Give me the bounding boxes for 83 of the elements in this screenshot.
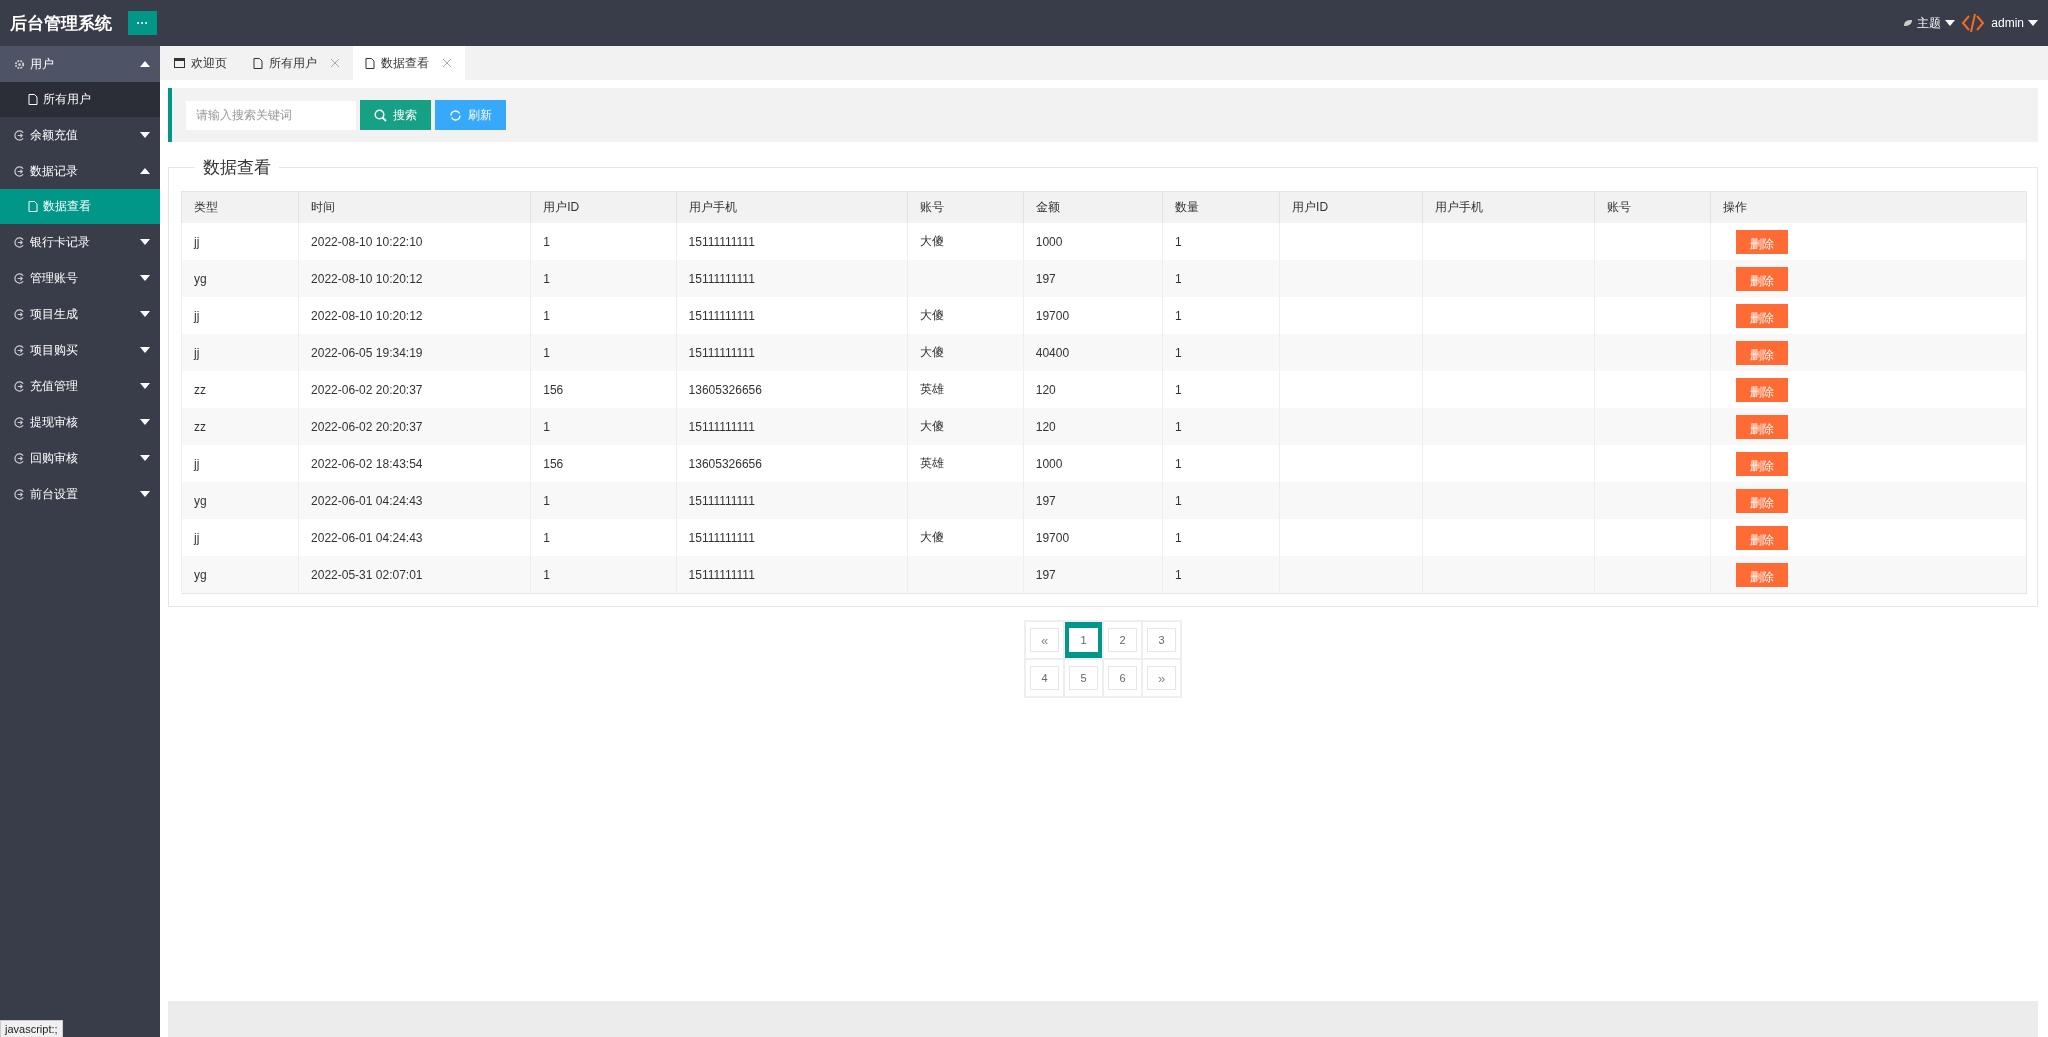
table-cell: 15111111111 bbox=[676, 556, 908, 594]
tab[interactable]: 所有用户 bbox=[241, 46, 353, 80]
circle-arrow-icon bbox=[14, 129, 25, 141]
page-button[interactable]: 6 bbox=[1108, 666, 1137, 690]
column-header: 用户手机 bbox=[676, 191, 908, 223]
caret-up-icon bbox=[140, 61, 150, 67]
page-nav-button[interactable]: » bbox=[1147, 666, 1176, 690]
sidebar-item[interactable]: 用户 bbox=[0, 46, 160, 82]
circle-arrow-icon bbox=[14, 488, 25, 500]
sidebar-subitem[interactable]: 所有用户 bbox=[0, 82, 160, 117]
caret-down-icon bbox=[1945, 20, 1956, 26]
page-icon bbox=[365, 57, 375, 69]
sidebar-item[interactable]: 提现审核 bbox=[0, 404, 160, 440]
circle-arrow-icon bbox=[14, 344, 25, 356]
column-header: 数量 bbox=[1162, 191, 1280, 223]
caret-down-icon bbox=[140, 383, 150, 389]
page-button[interactable]: 2 bbox=[1108, 628, 1137, 652]
circle-arrow-icon bbox=[14, 380, 25, 392]
code-logo-icon bbox=[1961, 11, 1986, 35]
caret-down-icon bbox=[140, 275, 150, 281]
circle-arrow-icon bbox=[14, 308, 25, 320]
page-button[interactable]: 4 bbox=[1030, 666, 1059, 690]
sidebar-item[interactable]: 项目购买 bbox=[0, 332, 160, 368]
sidebar-item[interactable]: 回购审核 bbox=[0, 440, 160, 476]
circle-arrow-icon bbox=[14, 452, 25, 464]
column-header: 用户手机 bbox=[1422, 191, 1595, 223]
column-header: 用户ID bbox=[1279, 191, 1423, 223]
circle-arrow-icon bbox=[14, 272, 25, 284]
page-nav-button[interactable]: « bbox=[1030, 628, 1059, 652]
caret-down-icon bbox=[140, 239, 150, 245]
caret-down-icon bbox=[140, 347, 150, 353]
menu-button[interactable]: ··· bbox=[128, 11, 157, 35]
caret-down-icon bbox=[140, 132, 150, 138]
page-icon bbox=[253, 57, 263, 69]
sidebar-item[interactable]: 管理账号 bbox=[0, 260, 160, 296]
table-cell: yg bbox=[181, 556, 299, 594]
app-title: 后台管理系统 bbox=[10, 12, 112, 35]
column-header: 操作 bbox=[1710, 191, 2027, 223]
refresh-icon bbox=[449, 108, 462, 122]
caret-down-icon bbox=[140, 419, 150, 425]
column-header: 账号 bbox=[1594, 191, 1711, 223]
column-header: 金额 bbox=[1023, 191, 1163, 223]
close-icon[interactable] bbox=[331, 59, 339, 67]
sidebar-subitem[interactable]: 数据查看 bbox=[0, 189, 160, 224]
page-icon bbox=[28, 94, 38, 105]
caret-down-icon bbox=[2028, 20, 2038, 26]
sidebar-item[interactable]: 充值管理 bbox=[0, 368, 160, 404]
sidebar-item[interactable]: 银行卡记录 bbox=[0, 224, 160, 260]
theme-menu[interactable]: 主题 bbox=[1903, 14, 1956, 32]
page-button[interactable]: 3 bbox=[1147, 628, 1176, 652]
caret-down-icon bbox=[140, 311, 150, 317]
tab[interactable]: 欢迎页 bbox=[162, 46, 241, 80]
table-cell: 197 bbox=[1023, 556, 1163, 594]
sidebar-item[interactable]: 数据记录 bbox=[0, 153, 160, 189]
panel-title: 数据查看 bbox=[202, 157, 272, 179]
page-button[interactable]: 1 bbox=[1069, 628, 1098, 652]
sidebar-item[interactable]: 项目生成 bbox=[0, 296, 160, 332]
caret-down-icon bbox=[140, 491, 150, 497]
caret-up-icon bbox=[140, 168, 150, 174]
close-icon[interactable] bbox=[443, 59, 451, 67]
gear-icon bbox=[14, 58, 25, 70]
sidebar-item[interactable]: 余额充值 bbox=[0, 117, 160, 153]
table-cell: 1 bbox=[530, 556, 677, 594]
column-header: 用户ID bbox=[530, 191, 677, 223]
table-cell: 1 bbox=[1162, 556, 1280, 594]
circle-arrow-icon bbox=[14, 416, 25, 428]
circle-arrow-icon bbox=[14, 236, 25, 248]
theme-icon bbox=[1903, 19, 1914, 27]
column-header: 时间 bbox=[298, 191, 531, 223]
column-header: 类型 bbox=[181, 191, 299, 223]
page-button[interactable]: 5 bbox=[1069, 666, 1098, 690]
table-cell: 2022-05-31 02:07:01 bbox=[298, 556, 531, 594]
caret-down-icon bbox=[140, 455, 150, 461]
search-icon bbox=[374, 108, 387, 122]
window-icon bbox=[174, 58, 185, 68]
sidebar-item[interactable]: 前台设置 bbox=[0, 476, 160, 512]
column-header: 账号 bbox=[907, 191, 1024, 223]
tab[interactable]: 数据查看 bbox=[353, 46, 465, 80]
circle-arrow-icon bbox=[14, 165, 25, 177]
search-button[interactable]: 搜索 bbox=[360, 100, 431, 130]
page-icon bbox=[28, 201, 38, 212]
user-menu[interactable]: admin bbox=[1991, 16, 2038, 30]
search-field[interactable]: 请输入搜索关键词 bbox=[186, 100, 356, 130]
